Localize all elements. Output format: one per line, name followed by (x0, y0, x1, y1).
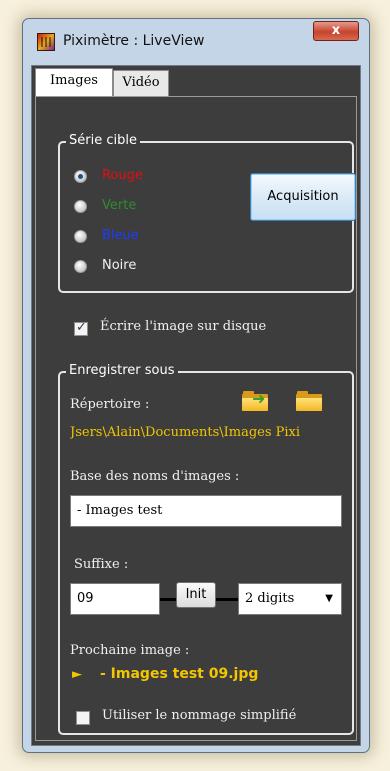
radio-noire-dot[interactable] (74, 260, 87, 273)
client-area: Images Vidéo Série cible Rouge Verte Ble… (31, 65, 361, 746)
suffix-label: Suffixe : (74, 557, 129, 572)
tab-video[interactable]: Vidéo (113, 70, 169, 96)
acquisition-button[interactable]: Acquisition (250, 173, 356, 221)
window-title: Piximètre : LiveView (63, 33, 205, 49)
app-window: Piximètre : LiveView x Images Vidéo Séri… (22, 18, 370, 753)
save-as-title: Enregistrer sous (66, 363, 178, 378)
radio-noire-label: Noire (102, 258, 137, 273)
radio-verte-label: Verte (102, 198, 137, 213)
suffix-connector-left (160, 598, 176, 601)
suffix-connector-right (216, 598, 238, 601)
radio-bleue-dot[interactable] (74, 230, 87, 243)
radio-verte-dot[interactable] (74, 200, 87, 213)
next-image-label: Prochaine image : (70, 643, 190, 658)
folder-up-icon[interactable]: ➜ (242, 391, 268, 411)
radio-bleue-label: Bleue (102, 228, 139, 243)
suffix-input[interactable]: 09 (70, 583, 160, 615)
simplified-naming-checkbox[interactable] (76, 711, 90, 725)
serie-cible-title: Série cible (66, 133, 140, 148)
app-icon (37, 33, 55, 51)
directory-label: Répertoire : (70, 397, 150, 412)
next-image-value: - Images test 09.jpg (100, 666, 259, 682)
serie-cible-group: Série cible Rouge Verte Bleue Noire Acqu… (58, 133, 356, 293)
play-arrow-icon: ► (72, 667, 82, 682)
directory-path: Jsers\Alain\Documents\Images Pixi (70, 425, 301, 440)
write-disk-label: Écrire l'image sur disque (100, 319, 267, 334)
tab-page-images: Série cible Rouge Verte Bleue Noire Acqu… (35, 96, 357, 741)
radio-rouge-label: Rouge (102, 168, 143, 183)
init-button[interactable]: Init (176, 582, 216, 608)
simplified-naming-label: Utiliser le nommage simplifié (102, 708, 297, 723)
title-bar[interactable]: Piximètre : LiveView x (23, 19, 369, 65)
tab-images[interactable]: Images (35, 68, 113, 96)
digits-value: 2 digits (245, 591, 295, 606)
radio-rouge-dot[interactable] (74, 170, 87, 183)
chevron-down-icon[interactable]: ▼ (325, 584, 333, 614)
base-names-input[interactable]: - Images test (70, 495, 342, 527)
digits-select[interactable]: 2 digits ▼ (238, 583, 342, 615)
write-disk-checkbox[interactable] (74, 320, 88, 336)
close-button[interactable]: x (313, 21, 359, 41)
folder-browse-icon[interactable] (296, 391, 322, 411)
save-as-group: Enregistrer sous Répertoire : ➜ Jsers\Al… (58, 363, 354, 735)
base-names-label: Base des noms d'images : (70, 469, 240, 484)
